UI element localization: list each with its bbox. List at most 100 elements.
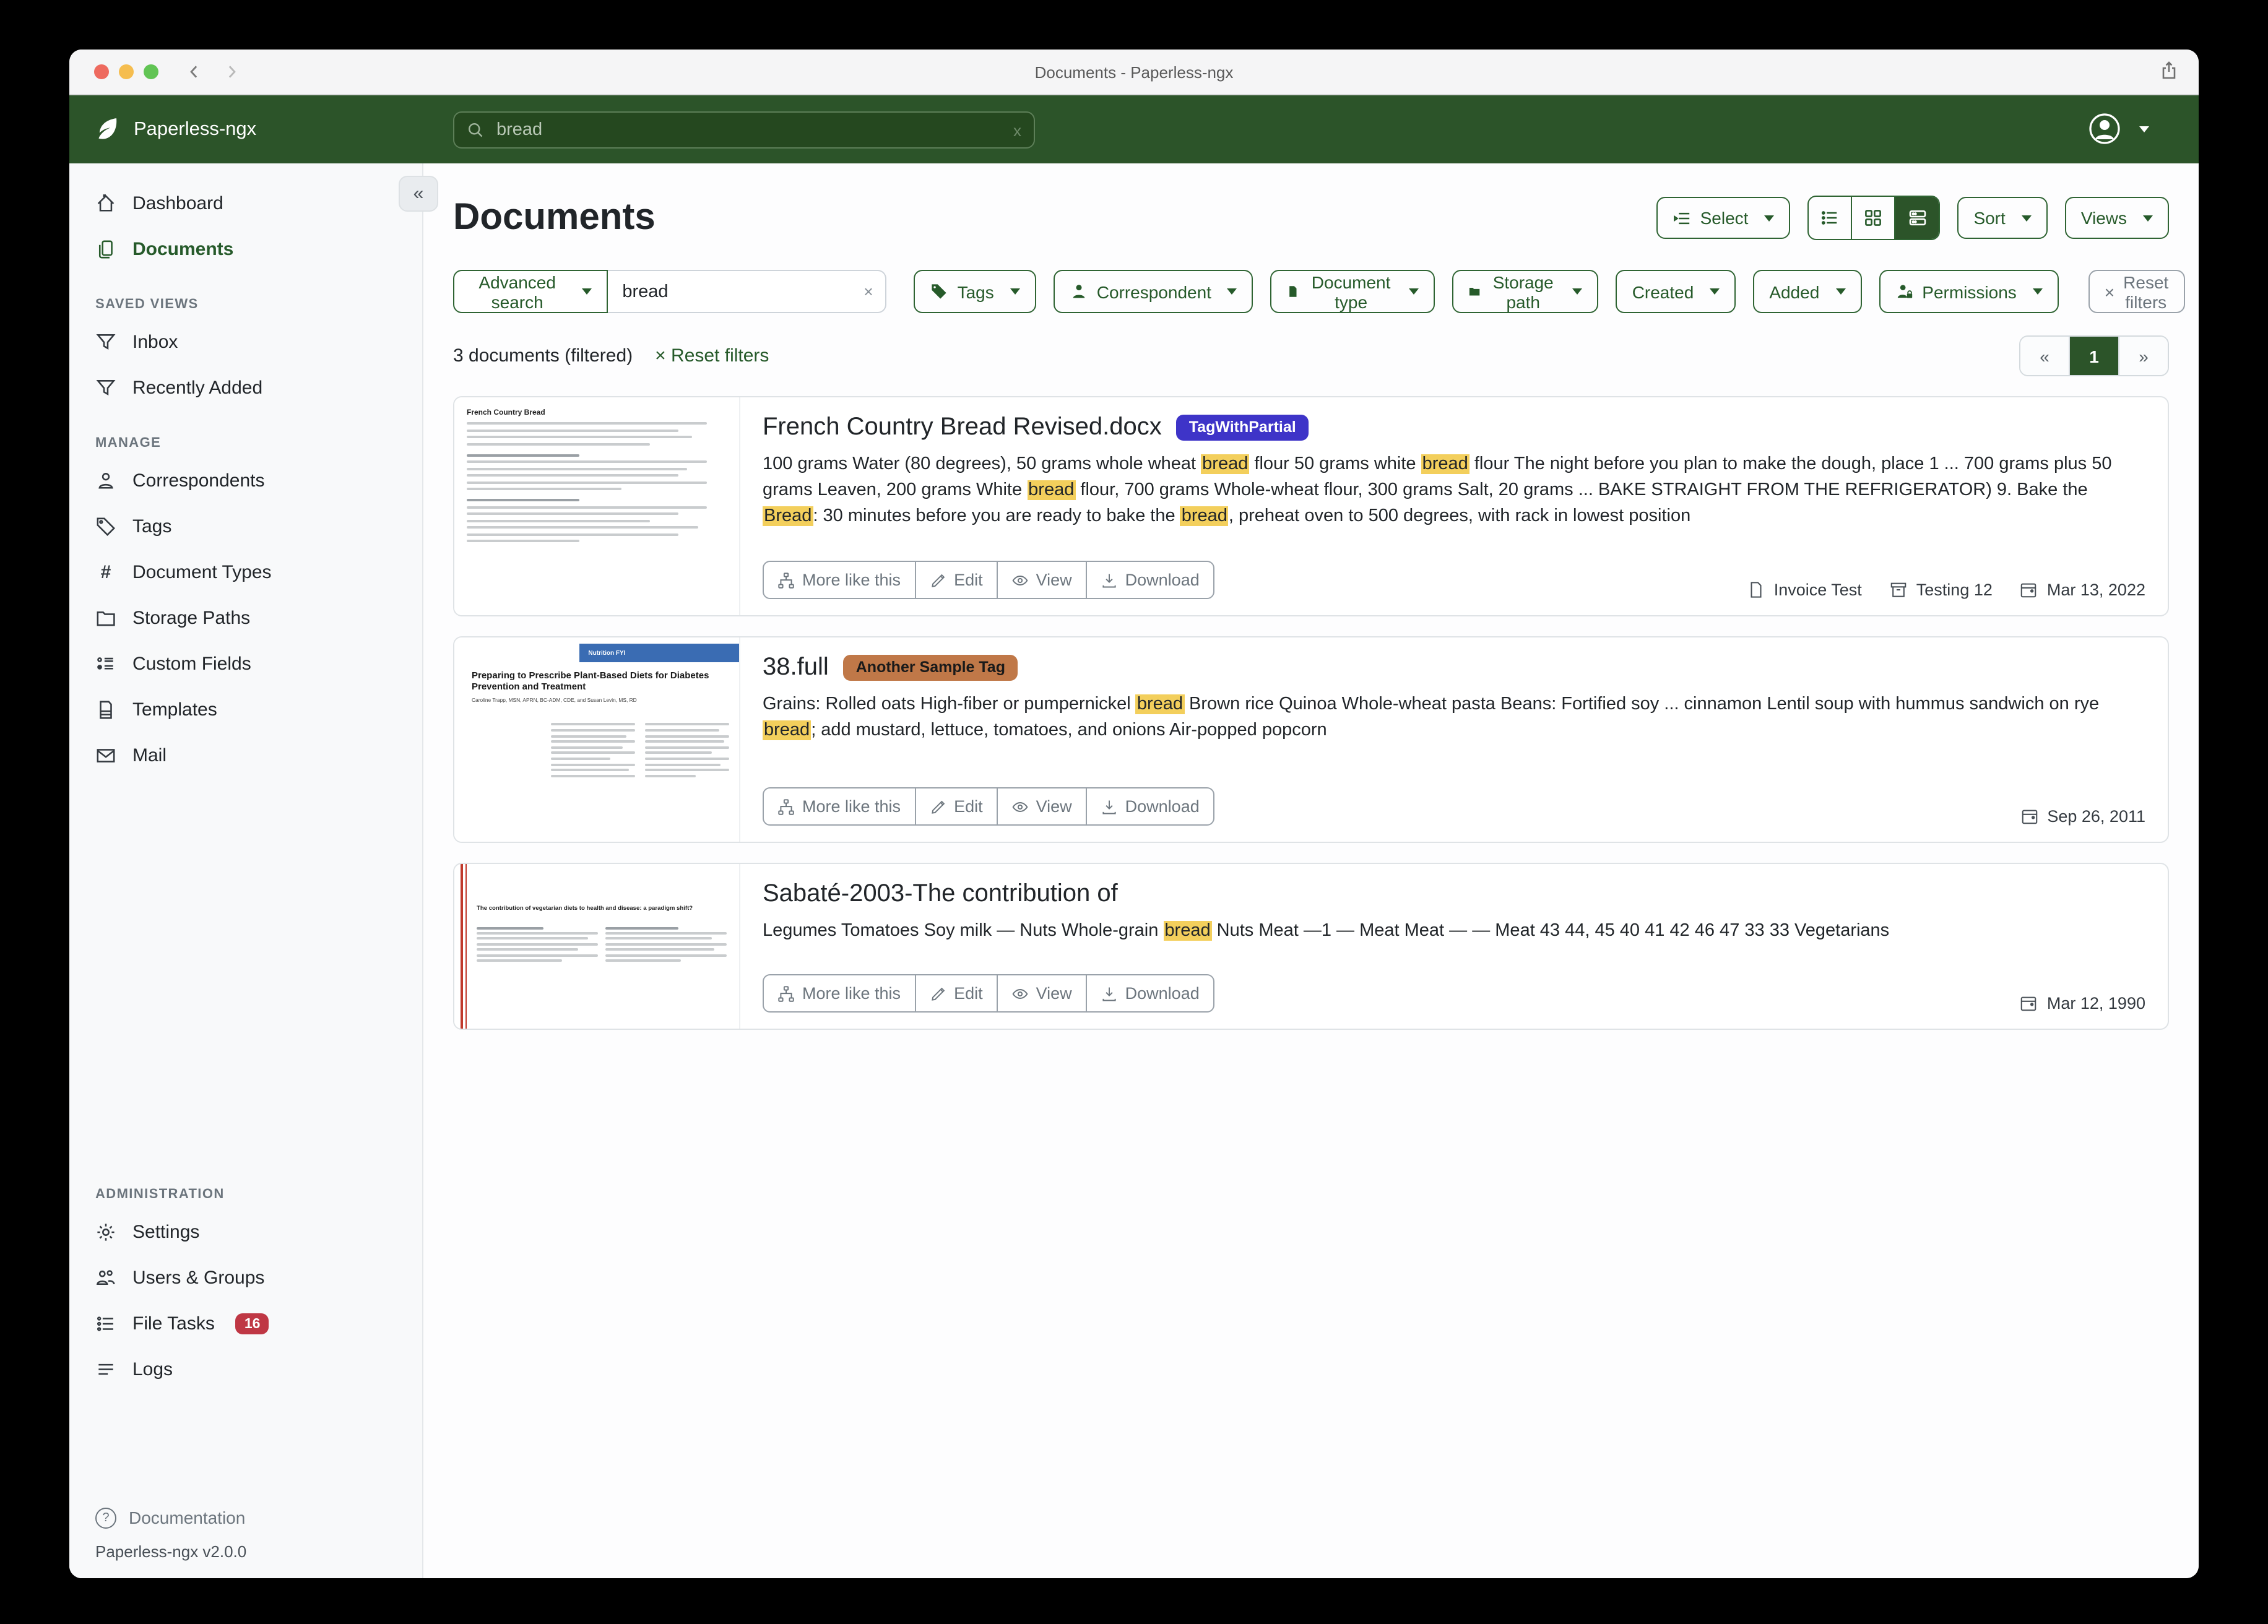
sidebar-item-file-tasks[interactable]: File Tasks 16	[69, 1301, 422, 1347]
sidebar-item-label: File Tasks	[132, 1313, 215, 1334]
sidebar-item-settings[interactable]: Settings	[69, 1209, 422, 1255]
thumbnail-banner: Nutrition FYI	[579, 644, 739, 662]
logs-icon	[95, 1359, 116, 1380]
sidebar-item-label: Users & Groups	[132, 1268, 264, 1289]
select-button[interactable]: Select	[1657, 197, 1791, 239]
sidebar-collapse-button[interactable]: «	[399, 176, 438, 212]
document-title[interactable]: 38.full	[763, 654, 829, 682]
tasks-list-icon	[95, 1313, 116, 1334]
document-card: French Country Bread French Country Brea…	[453, 396, 2169, 616]
chevron-down-icon	[2143, 215, 2153, 221]
permissions-filter-button[interactable]: Permissions	[1879, 270, 2059, 313]
pencil-icon	[929, 985, 946, 1002]
global-search-input[interactable]	[494, 119, 1013, 141]
document-card: Nutrition FYI Preparing to Prescribe Pla…	[453, 636, 2169, 843]
calendar-icon	[2020, 807, 2038, 826]
file-icon	[1747, 581, 1765, 599]
view-button[interactable]: View	[997, 787, 1087, 826]
filter-clear-icon[interactable]: ×	[863, 282, 873, 301]
global-search[interactable]: x	[453, 111, 1035, 149]
reset-filters-button[interactable]: × Reset filters	[2088, 270, 2185, 313]
edit-button[interactable]: Edit	[914, 974, 998, 1013]
documentation-link[interactable]: ? Documentation	[69, 1498, 422, 1537]
tag-badge[interactable]: Another Sample Tag	[844, 655, 1018, 681]
sidebar-item-documents[interactable]: Documents	[69, 227, 422, 272]
user-menu[interactable]	[2087, 111, 2149, 146]
highlighted-term: bread	[1201, 454, 1249, 474]
view-button[interactable]: View	[997, 974, 1087, 1013]
document-title[interactable]: French Country Bread Revised.docx	[763, 413, 1162, 442]
sidebar-item-storage-paths[interactable]: Storage Paths	[69, 595, 422, 641]
document-type-link[interactable]: Invoice Test	[1747, 581, 1862, 599]
document-thumbnail[interactable]: The contribution of vegetarian diets to …	[454, 864, 740, 1029]
sidebar-item-tags[interactable]: Tags	[69, 504, 422, 550]
close-window-button[interactable]	[94, 64, 109, 79]
sidebar-item-inbox[interactable]: Inbox	[69, 319, 422, 365]
minimize-window-button[interactable]	[119, 64, 134, 79]
correspondent-filter-button[interactable]: Correspondent	[1054, 270, 1253, 313]
added-filter-button[interactable]: Added	[1753, 270, 1861, 313]
sidebar-item-label: Correspondents	[132, 470, 264, 491]
edit-button[interactable]: Edit	[914, 561, 998, 599]
storage-path-filter-button[interactable]: Storage path	[1453, 270, 1599, 313]
tags-filter-button[interactable]: Tags	[914, 270, 1036, 313]
card-actions: More like this Edit View	[763, 974, 1214, 1013]
sidebar-item-templates[interactable]: Templates	[69, 687, 422, 733]
more-like-this-button[interactable]: More like this	[763, 974, 915, 1013]
gear-icon	[95, 1222, 116, 1243]
calendar-icon	[2020, 581, 2038, 599]
pagination-prev[interactable]: «	[2020, 337, 2070, 375]
view-button[interactable]: View	[997, 561, 1087, 599]
pagination: « 1 »	[2019, 335, 2169, 376]
view-grid-button[interactable]	[1852, 197, 1895, 239]
view-detail-button[interactable]	[1895, 197, 1939, 239]
highlighted-term: bread	[1180, 506, 1229, 526]
filter-query-input[interactable]	[620, 280, 856, 303]
pagination-page-1[interactable]: 1	[2070, 337, 2119, 375]
sidebar-item-users-groups[interactable]: Users & Groups	[69, 1255, 422, 1301]
maximize-window-button[interactable]	[144, 64, 158, 79]
tag-badge[interactable]: TagWithPartial	[1177, 415, 1309, 441]
question-icon: ?	[95, 1507, 116, 1528]
created-filter-button[interactable]: Created	[1616, 270, 1736, 313]
document-count: 3 documents (filtered)	[453, 345, 633, 366]
sidebar-item-label: Inbox	[132, 332, 178, 353]
document-thumbnail[interactable]: Nutrition FYI Preparing to Prescribe Pla…	[454, 637, 740, 842]
download-button[interactable]: Download	[1086, 787, 1214, 826]
reset-filters-link[interactable]: × Reset filters	[655, 345, 769, 366]
list-view-icon	[1820, 208, 1840, 228]
views-button[interactable]: Views	[2065, 197, 2169, 239]
funnel-icon	[95, 378, 116, 399]
advanced-search-dropdown[interactable]: Advanced search	[453, 270, 607, 313]
sidebar-item-logs[interactable]: Logs	[69, 1347, 422, 1393]
highlighted-term: Bread	[763, 506, 813, 526]
detail-view-icon	[1907, 208, 1927, 228]
sidebar-item-recently-added[interactable]: Recently Added	[69, 365, 422, 411]
download-button[interactable]: Download	[1086, 561, 1214, 599]
share-icon[interactable]	[2159, 61, 2179, 80]
browser-forward-icon[interactable]	[223, 63, 240, 80]
more-like-this-button[interactable]: More like this	[763, 787, 915, 826]
sidebar-item-correspondents[interactable]: Correspondents	[69, 458, 422, 504]
chevron-down-icon	[2139, 126, 2149, 132]
pagination-next[interactable]: »	[2119, 337, 2168, 375]
edit-button[interactable]: Edit	[914, 787, 998, 826]
sidebar-item-dashboard[interactable]: Dashboard	[69, 181, 422, 227]
document-type-filter-button[interactable]: Document type	[1271, 270, 1435, 313]
folder-icon	[1469, 282, 1481, 301]
sidebar-item-label: Document Types	[132, 562, 272, 583]
app-brand[interactable]: Paperless-ngx	[94, 116, 256, 143]
document-title[interactable]: Sabaté-2003-The contribution of	[763, 880, 1118, 909]
sort-button[interactable]: Sort	[1957, 197, 2047, 239]
download-button[interactable]: Download	[1086, 974, 1214, 1013]
chevron-down-icon	[1835, 288, 1845, 295]
browser-back-icon[interactable]	[186, 63, 203, 80]
view-list-button[interactable]	[1809, 197, 1852, 239]
more-like-this-button[interactable]: More like this	[763, 561, 915, 599]
sidebar-item-custom-fields[interactable]: Custom Fields	[69, 641, 422, 687]
sidebar-item-document-types[interactable]: # Document Types	[69, 550, 422, 595]
sidebar-item-mail[interactable]: Mail	[69, 733, 422, 779]
storage-path-link[interactable]: Testing 12	[1889, 581, 1993, 599]
search-clear-icon[interactable]: x	[1013, 121, 1021, 139]
document-thumbnail[interactable]: French Country Bread	[454, 397, 740, 615]
